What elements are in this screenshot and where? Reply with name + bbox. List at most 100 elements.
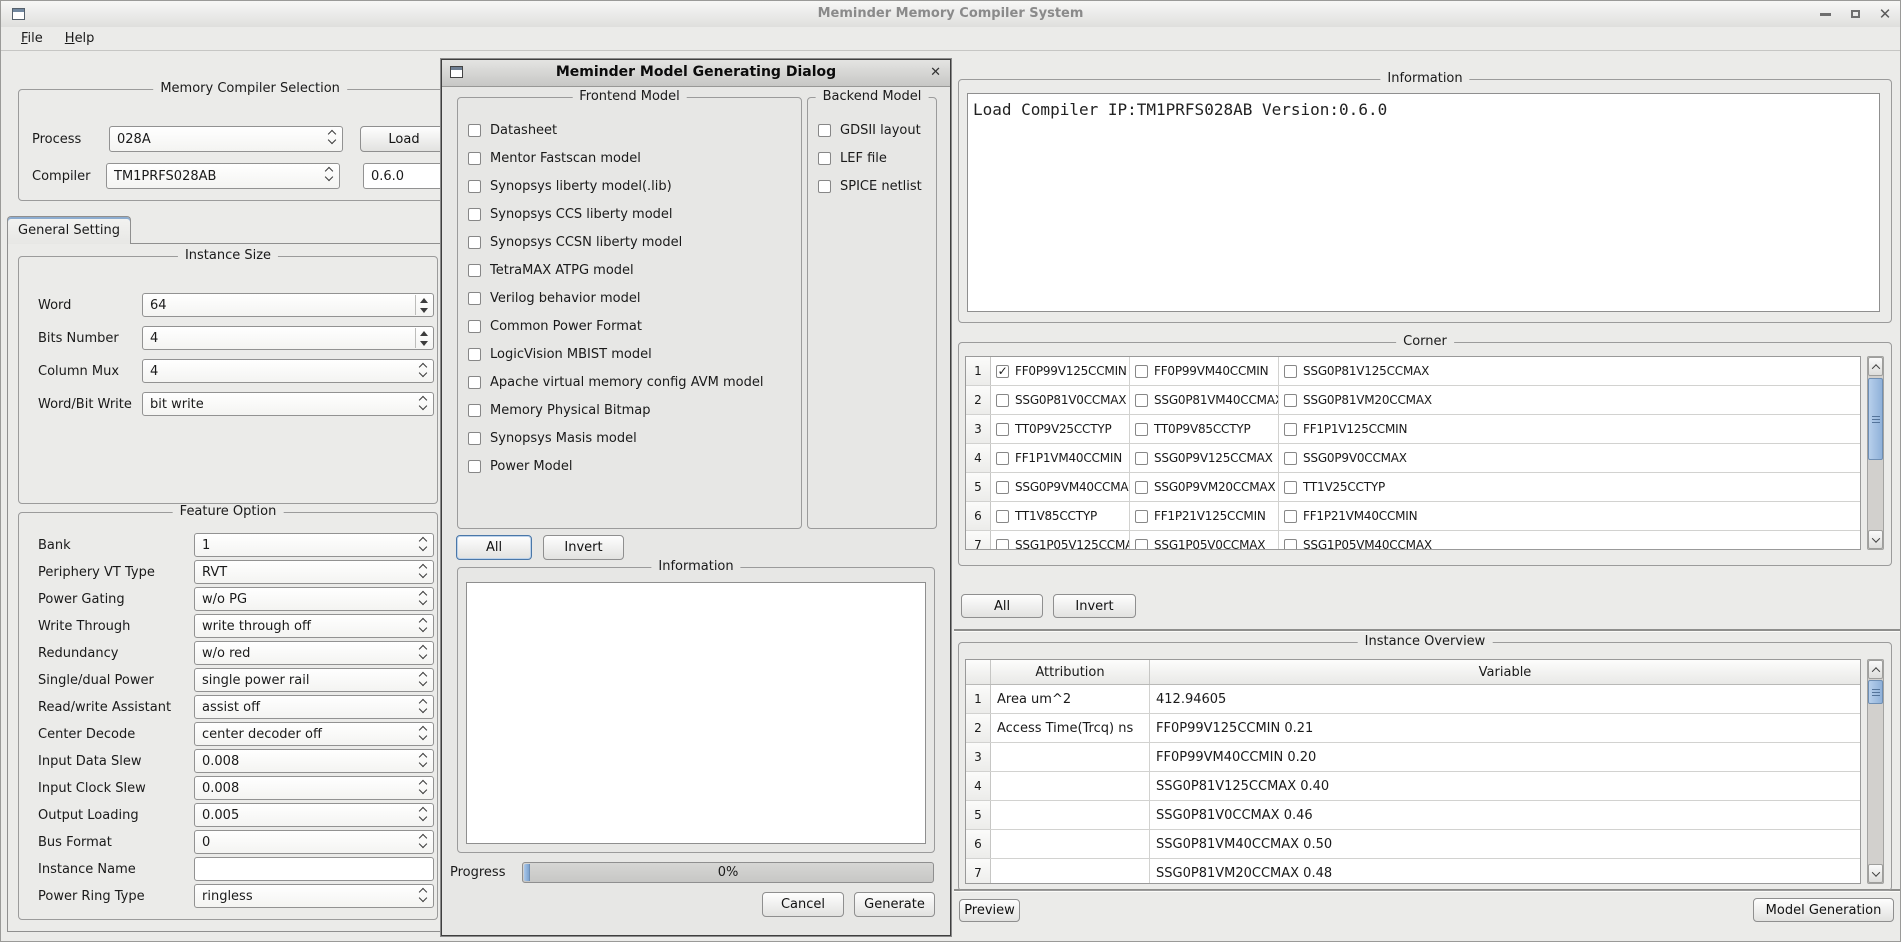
corner-checkbox[interactable] (996, 510, 1009, 523)
corner-checkbox[interactable] (1284, 510, 1297, 523)
version-field[interactable]: 0.6.0 (363, 163, 447, 189)
dialog-all-button[interactable]: All (456, 535, 532, 560)
spin-up[interactable] (416, 328, 432, 338)
scroll-down-button[interactable] (1868, 864, 1883, 883)
field-control[interactable]: ringless (194, 884, 434, 908)
scroll-down-button[interactable] (1868, 530, 1883, 549)
corner-checkbox[interactable] (1284, 452, 1297, 465)
model-checkbox[interactable] (468, 292, 481, 305)
field-control[interactable]: 0.008 (194, 776, 434, 800)
corner-checkbox[interactable] (1284, 539, 1297, 551)
field-control[interactable]: assist off (194, 695, 434, 719)
model-generation-button[interactable]: Model Generation (1753, 898, 1894, 922)
field-control[interactable]: bit write (142, 392, 434, 416)
menu-file[interactable]: File (18, 30, 46, 47)
corner-checkbox[interactable] (996, 423, 1009, 436)
cancel-button[interactable]: Cancel (762, 892, 844, 917)
spin-arrows-icon[interactable] (415, 328, 432, 348)
field-control[interactable]: 64 (142, 293, 434, 317)
generate-button[interactable]: Generate (854, 892, 935, 917)
tab-general-setting[interactable]: General Setting (7, 216, 131, 244)
model-checkbox[interactable] (468, 152, 481, 165)
model-checkbox[interactable] (468, 264, 481, 277)
spin-down[interactable] (416, 338, 432, 348)
dialog-invert-button[interactable]: Invert (543, 535, 624, 560)
field-control[interactable]: 1 (194, 533, 434, 557)
model-checkbox[interactable] (818, 180, 831, 193)
table-row[interactable]: 7 SSG0P81VM20CCMAX 0.48 (966, 859, 1860, 884)
corner-checkbox[interactable] (1135, 452, 1148, 465)
field-control[interactable]: 4 (142, 359, 434, 383)
model-checkbox[interactable] (468, 348, 481, 361)
field-control[interactable]: 0 (194, 830, 434, 854)
scrollbar-thumb[interactable] (1868, 378, 1883, 460)
table-row[interactable]: 5 SSG0P81V0CCMAX 0.46 (966, 801, 1860, 830)
table-row[interactable]: 6 SSG0P81VM40CCMAX 0.50 (966, 830, 1860, 859)
corner-checkbox[interactable] (1284, 481, 1297, 494)
corner-checkbox[interactable] (1135, 365, 1148, 378)
corner-checkbox[interactable] (996, 481, 1009, 494)
field-control[interactable]: write through off (194, 614, 434, 638)
corner-checkbox[interactable] (996, 394, 1009, 407)
corner-checkbox[interactable] (1284, 394, 1297, 407)
model-checkbox[interactable] (468, 376, 481, 389)
spin-up[interactable] (416, 295, 432, 305)
model-checkbox[interactable] (818, 152, 831, 165)
scroll-up-button[interactable] (1868, 660, 1883, 679)
field-control[interactable]: 0.008 (194, 749, 434, 773)
model-checkbox[interactable] (468, 432, 481, 445)
field-control[interactable]: w/o red (194, 641, 434, 665)
spin-arrows-icon[interactable] (415, 295, 432, 315)
field-control[interactable] (194, 857, 434, 881)
model-checkbox[interactable] (468, 180, 481, 193)
model-label: Synopsys Masis model (490, 431, 637, 446)
corner-cell: SSG1P05VM40CCMAX (1279, 531, 1860, 550)
corner-invert-button[interactable]: Invert (1053, 594, 1136, 618)
corner-checkbox[interactable] (1135, 510, 1148, 523)
menu-help[interactable]: Help (62, 30, 98, 47)
model-checkbox[interactable] (818, 124, 831, 137)
close-button[interactable]: ✕ (1878, 7, 1892, 21)
model-checkbox[interactable] (468, 208, 481, 221)
table-row[interactable]: 3 FF0P99VM40CCMIN 0.20 (966, 743, 1860, 772)
minimize-button[interactable] (1818, 7, 1832, 21)
table-row[interactable]: 4 SSG0P81V125CCMAX 0.40 (966, 772, 1860, 801)
field-control[interactable]: 0.005 (194, 803, 434, 827)
model-checkbox[interactable] (468, 320, 481, 333)
corner-checkbox[interactable] (996, 365, 1009, 378)
scroll-up-button[interactable] (1868, 357, 1883, 376)
scrollbar-thumb[interactable] (1868, 680, 1883, 704)
field-label: Bits Number (38, 331, 142, 346)
field-control[interactable]: RVT (194, 560, 434, 584)
corner-all-button[interactable]: All (961, 594, 1043, 618)
maximize-button[interactable] (1848, 7, 1862, 21)
corner-checkbox[interactable] (996, 539, 1009, 551)
load-button[interactable]: Load (360, 126, 448, 152)
table-row[interactable]: 2 Access Time(Trcq) ns FF0P99V125CCMIN 0… (966, 714, 1860, 743)
model-checkbox[interactable] (468, 236, 481, 249)
process-combo[interactable]: 028A (109, 126, 343, 152)
field-control[interactable]: center decoder off (194, 722, 434, 746)
spin-down[interactable] (416, 305, 432, 315)
corner-checkbox[interactable] (1135, 394, 1148, 407)
corner-checkbox[interactable] (996, 452, 1009, 465)
field-control[interactable]: w/o PG (194, 587, 434, 611)
compiler-combo[interactable]: TM1PRFS028AB (106, 163, 340, 189)
model-checkbox[interactable] (468, 124, 481, 137)
corner-checkbox[interactable] (1284, 365, 1297, 378)
model-checkbox[interactable] (468, 460, 481, 473)
corner-checkbox[interactable] (1284, 423, 1297, 436)
corner-checkbox[interactable] (1135, 481, 1148, 494)
corner-scrollbar[interactable] (1867, 356, 1884, 550)
overview-scrollbar[interactable] (1867, 659, 1884, 884)
dialog-information-textarea[interactable] (466, 582, 926, 844)
model-checkbox[interactable] (468, 404, 481, 417)
dialog-close-button[interactable]: ✕ (930, 65, 941, 80)
field-control[interactable]: single power rail (194, 668, 434, 692)
preview-button[interactable]: Preview (959, 899, 1020, 922)
information-textarea[interactable]: Load Compiler IP:TM1PRFS028AB Version:0.… (967, 93, 1880, 312)
corner-checkbox[interactable] (1135, 423, 1148, 436)
field-control[interactable]: 4 (142, 326, 434, 350)
corner-checkbox[interactable] (1135, 539, 1148, 551)
table-row[interactable]: 1 Area um^2 412.94605 (966, 685, 1860, 714)
